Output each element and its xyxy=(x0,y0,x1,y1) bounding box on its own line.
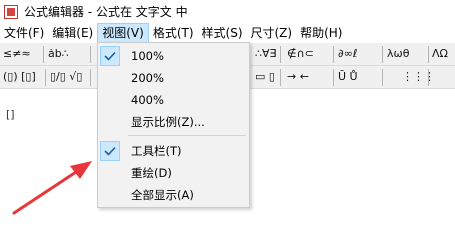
menu-format[interactable]: 格式(T) xyxy=(149,23,198,43)
menu-size[interactable]: 尺寸(Z) xyxy=(247,23,297,43)
menu-item-toolbar[interactable]: 工具栏(T) xyxy=(99,140,248,162)
toolbar-separator xyxy=(428,46,429,63)
menu-item-label: 200% xyxy=(131,71,164,85)
toolbar-separator xyxy=(382,69,383,86)
menu-item-label: 100% xyxy=(131,49,164,63)
menu-item-label: 全部显示(A) xyxy=(131,188,194,202)
toolbar-fence-templates-button[interactable]: (▯) [▯] xyxy=(3,68,43,86)
checkmark-icon xyxy=(100,141,120,161)
toolbar-box-templates-button[interactable]: ▭ ▯ xyxy=(255,68,275,86)
menu-help[interactable]: 帮助(H) xyxy=(296,23,346,43)
menu-item-show-all[interactable]: 全部显示(A) xyxy=(99,184,248,206)
toolbar-separator xyxy=(90,69,91,86)
menu-edit[interactable]: 编辑(E) xyxy=(48,23,97,43)
menu-item-zoom-100[interactable]: 100% xyxy=(99,45,248,67)
menu-separator xyxy=(128,135,246,136)
toolbar-set-theory-button[interactable]: ∉∩⊂ xyxy=(287,45,329,63)
menu-view[interactable]: 视图(V) xyxy=(97,23,149,43)
insertion-slot[interactable]: [] xyxy=(6,109,15,121)
menu-style[interactable]: 样式(S) xyxy=(198,23,247,43)
checkmark-icon xyxy=(100,46,120,66)
toolbar-greek-lower-button[interactable]: λωθ xyxy=(387,45,425,63)
toolbar-separator xyxy=(45,69,46,86)
title-bar: 公式编辑器 - 公式在 文字文 中 xyxy=(0,0,455,23)
menu-item-zoom-custom[interactable]: 显示比例(Z)... xyxy=(99,111,248,133)
menu-item-label: 重绘(D) xyxy=(131,166,172,180)
menu-file[interactable]: 文件(F) xyxy=(0,23,48,43)
menu-item-label: 显示比例(Z)... xyxy=(131,115,205,129)
window-title: 公式编辑器 - 公式在 文字文 中 xyxy=(24,5,188,19)
toolbar-spaces-button[interactable]: ȧb∴ xyxy=(48,45,82,63)
menu-item-redraw[interactable]: 重绘(D) xyxy=(99,162,248,184)
toolbar-separator xyxy=(428,69,429,86)
toolbar-matrix-templates-button[interactable]: ⋮⋮⋮ xyxy=(402,68,435,86)
toolbar-fraction-radical-button[interactable]: ▯/▯ √▯ xyxy=(50,68,86,86)
toolbar-misc-symbols-button[interactable]: ∂∞ℓ xyxy=(338,45,380,63)
toolbar-arrow-templates-button[interactable]: → ← xyxy=(287,68,327,86)
toolbar-separator xyxy=(280,69,281,86)
toolbar-separator xyxy=(382,46,383,63)
toolbar-separator xyxy=(333,46,334,63)
menu-item-zoom-400[interactable]: 400% xyxy=(99,89,248,111)
toolbar-separator xyxy=(43,46,44,63)
toolbar-separator xyxy=(280,46,281,63)
app-icon xyxy=(4,4,18,19)
menu-item-label: 400% xyxy=(131,93,164,107)
toolbar-relations-button[interactable]: ≤≠≈ xyxy=(3,45,37,63)
toolbar-separator xyxy=(333,69,334,86)
view-menu-dropdown: 100% 200% 400% 显示比例(Z)... 工具栏(T) 重绘(D) 全… xyxy=(97,42,250,208)
toolbar-greek-upper-button[interactable]: ΛΩ xyxy=(432,45,455,63)
menu-item-zoom-200[interactable]: 200% xyxy=(99,67,248,89)
menu-item-label: 工具栏(T) xyxy=(131,144,182,158)
menu-bar: 文件(F) 编辑(E) 视图(V) 格式(T) 样式(S) 尺寸(Z) 帮助(H… xyxy=(0,23,455,43)
toolbar-separator xyxy=(90,46,91,63)
toolbar-logic-button[interactable]: ∴∀∃ xyxy=(255,45,276,63)
toolbar-accent-templates-button[interactable]: Ū Ů xyxy=(338,68,378,86)
